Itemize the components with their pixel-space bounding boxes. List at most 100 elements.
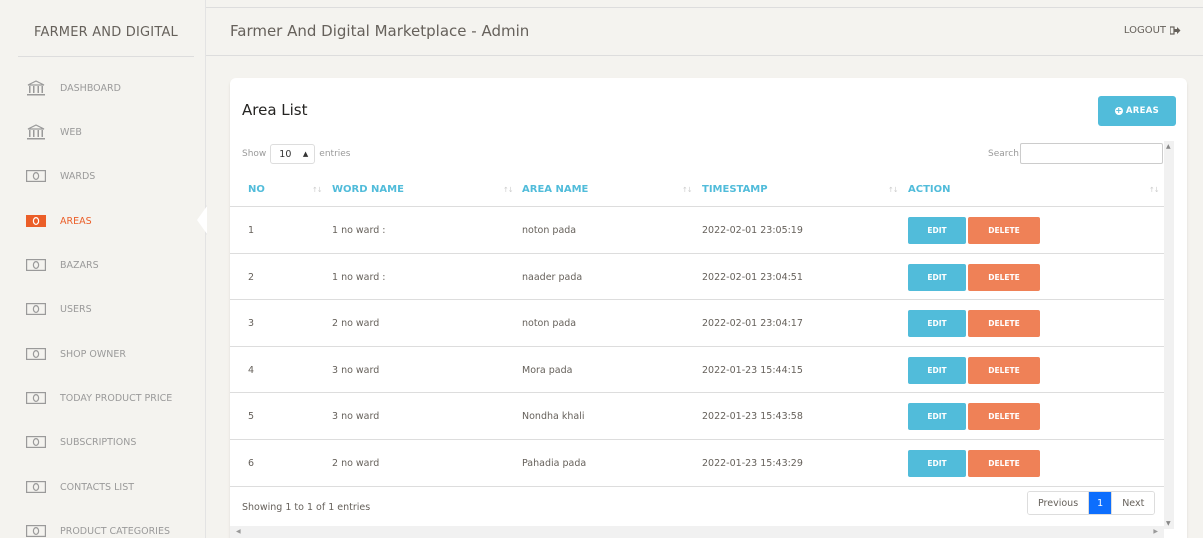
- logout-link[interactable]: LOGOUT: [1124, 25, 1181, 36]
- table-row: 1 1 no ward : noton pada 2022-02-01 23:05:1…: [230, 207, 1164, 254]
- table-info: Showing 1 to 1 of 1 entries: [242, 502, 371, 513]
- cell-timestamp: 2022-01-23 15:44:15: [702, 364, 803, 376]
- cell-word-name: 1 no ward :: [332, 271, 386, 283]
- column-header-timestamp[interactable]: TIMESTAMP: [702, 184, 768, 195]
- table-row: 3 2 no ward noton pada 2022-02-01 23:04:17 E…: [230, 300, 1164, 347]
- add-area-button[interactable]: + AREAS: [1098, 96, 1176, 126]
- search-input[interactable]: [1020, 143, 1163, 164]
- pagination-next[interactable]: Next: [1111, 492, 1155, 514]
- cell-area-name: noton pada: [522, 225, 577, 236]
- money-icon: [24, 302, 48, 316]
- top-navbar: Farmer And Digital Marketplace - Admin L…: [206, 8, 1203, 56]
- cell-timestamp: 2022-02-01 23:04:51: [702, 271, 803, 283]
- delete-button[interactable]: DELETE: [968, 449, 1040, 477]
- sidebar-item-label: TODAY PRODUCT PRICE: [60, 392, 173, 404]
- bank-icon: [24, 80, 48, 96]
- pagination: Previous 1 Next: [1027, 491, 1156, 515]
- delete-button[interactable]: DELETE: [968, 310, 1040, 338]
- money-icon: [24, 391, 48, 405]
- area-list-card: Area List + AREAS Show 10 ▲ entries Sear…: [230, 78, 1187, 538]
- cell-no: 6: [248, 457, 255, 469]
- sidebar-item-label: SHOP OWNER: [60, 348, 126, 360]
- entries-length-control: Show 10 ▲ entries: [242, 144, 351, 164]
- scroll-left-arrow-icon[interactable]: ◀: [236, 528, 241, 535]
- sidebar-item-dashboard[interactable]: DASHBOARD: [24, 78, 121, 98]
- scroll-down-arrow-icon[interactable]: ▼: [1166, 520, 1171, 527]
- entries-select-value: 10: [279, 148, 292, 160]
- table-header: NO ↑↓ WORD NAME ↑↓ AREA NAME ↑↓ TIMESTAM…: [230, 175, 1164, 207]
- edit-button[interactable]: EDIT: [908, 310, 966, 338]
- edit-button[interactable]: EDIT: [908, 403, 966, 431]
- sidebar-item-wards[interactable]: WARDS: [24, 166, 95, 186]
- column-header-no[interactable]: NO: [248, 184, 265, 195]
- sidebar-item-label: WEB: [60, 126, 82, 138]
- sidebar-item-label: SUBSCRIPTIONS: [60, 436, 137, 448]
- sidebar-item-today-product-price[interactable]: TODAY PRODUCT PRICE: [24, 388, 172, 408]
- column-header-area-name[interactable]: AREA NAME: [522, 184, 588, 195]
- sidebar-item-web[interactable]: WEB: [24, 122, 82, 142]
- sort-icon: ↑↓: [503, 186, 514, 194]
- money-icon: [24, 214, 48, 228]
- sidebar-item-product-categories[interactable]: PRODUCT CATEGORIES: [24, 521, 170, 538]
- cell-area-name: Pahadia pada: [522, 457, 587, 469]
- money-icon: [24, 169, 48, 183]
- sidebar-item-label: AREAS: [60, 215, 92, 227]
- logout-label: LOGOUT: [1123, 25, 1166, 36]
- scroll-right-arrow-icon[interactable]: ▶: [1153, 528, 1158, 535]
- cell-timestamp: 2022-02-01 23:05:19: [702, 225, 803, 236]
- column-header-action[interactable]: ACTION: [908, 184, 951, 195]
- select-caret-icon: ▲: [302, 150, 309, 158]
- sidebar-item-areas[interactable]: AREAS: [24, 211, 92, 231]
- sidebar-item-subscriptions[interactable]: SUBSCRIPTIONS: [24, 432, 136, 452]
- edit-button[interactable]: EDIT: [908, 217, 966, 244]
- cell-no: 5: [248, 411, 255, 423]
- money-icon: [24, 258, 48, 272]
- delete-button[interactable]: DELETE: [968, 263, 1040, 291]
- sort-icon: ↑↓: [888, 186, 899, 194]
- money-icon: [24, 480, 48, 494]
- cell-no: 3: [248, 318, 255, 330]
- sidebar-item-users[interactable]: USERS: [24, 299, 92, 319]
- search-label: Search:: [988, 149, 1022, 159]
- sidebar-item-label: PRODUCT CATEGORIES: [60, 525, 171, 537]
- pagination-previous[interactable]: Previous: [1028, 492, 1089, 514]
- sort-icon: ↑↓: [1149, 186, 1160, 194]
- sign-out-icon: [1170, 26, 1181, 35]
- cell-area-name: naader pada: [522, 271, 583, 283]
- table-row: 4 3 no ward Mora pada 2022-01-23 15:44:15 ED…: [230, 347, 1164, 394]
- edit-button[interactable]: EDIT: [908, 356, 966, 384]
- areas-table: NO ↑↓ WORD NAME ↑↓ AREA NAME ↑↓ TIMESTAM…: [230, 175, 1164, 487]
- cell-no: 1: [248, 225, 255, 236]
- cell-word-name: 2 no ward: [332, 318, 380, 330]
- delete-button[interactable]: DELETE: [968, 403, 1040, 431]
- edit-button[interactable]: EDIT: [908, 449, 966, 477]
- cell-word-name: 2 no ward: [332, 457, 380, 469]
- entries-select[interactable]: 10 ▲: [270, 144, 316, 164]
- money-icon: [24, 347, 48, 361]
- sidebar-item-contacts-list[interactable]: CONTACTS LIST: [24, 477, 134, 497]
- pagination-page-1[interactable]: 1: [1088, 492, 1112, 514]
- money-icon: [24, 524, 48, 538]
- cell-timestamp: 2022-01-23 15:43:58: [702, 411, 803, 423]
- sidebar-item-label: BAZARS: [60, 259, 99, 271]
- sidebar-item-shop-owner[interactable]: SHOP OWNER: [24, 344, 126, 364]
- table-row: 6 2 no ward Pahadia pada 2022-01-23 15:43:2…: [230, 440, 1164, 487]
- table-row: 5 3 no ward Nondha khali 2022-01-23 15:43:5…: [230, 393, 1164, 440]
- horizontal-scrollbar[interactable]: ◀ ▶: [230, 526, 1164, 538]
- cell-word-name: 3 no ward: [332, 364, 380, 376]
- cell-timestamp: 2022-01-23 15:43:29: [702, 457, 803, 469]
- brand-logo-text[interactable]: FARMER AND DIGITAL: [18, 8, 194, 57]
- delete-button[interactable]: DELETE: [968, 217, 1040, 244]
- entries-label: entries: [319, 149, 351, 159]
- delete-button[interactable]: DELETE: [968, 356, 1040, 384]
- vertical-scrollbar[interactable]: ▲ ▼: [1164, 141, 1174, 529]
- edit-button[interactable]: EDIT: [908, 263, 966, 291]
- scroll-up-arrow-icon[interactable]: ▲: [1166, 143, 1171, 150]
- card-title: Area List: [242, 101, 308, 119]
- money-icon: [24, 435, 48, 449]
- sidebar-item-bazars[interactable]: BAZARS: [24, 255, 99, 275]
- sidebar-item-label: WARDS: [60, 170, 96, 182]
- column-header-word-name[interactable]: WORD NAME: [332, 184, 404, 195]
- sort-icon: ↑↓: [682, 186, 693, 194]
- cell-no: 4: [248, 364, 255, 376]
